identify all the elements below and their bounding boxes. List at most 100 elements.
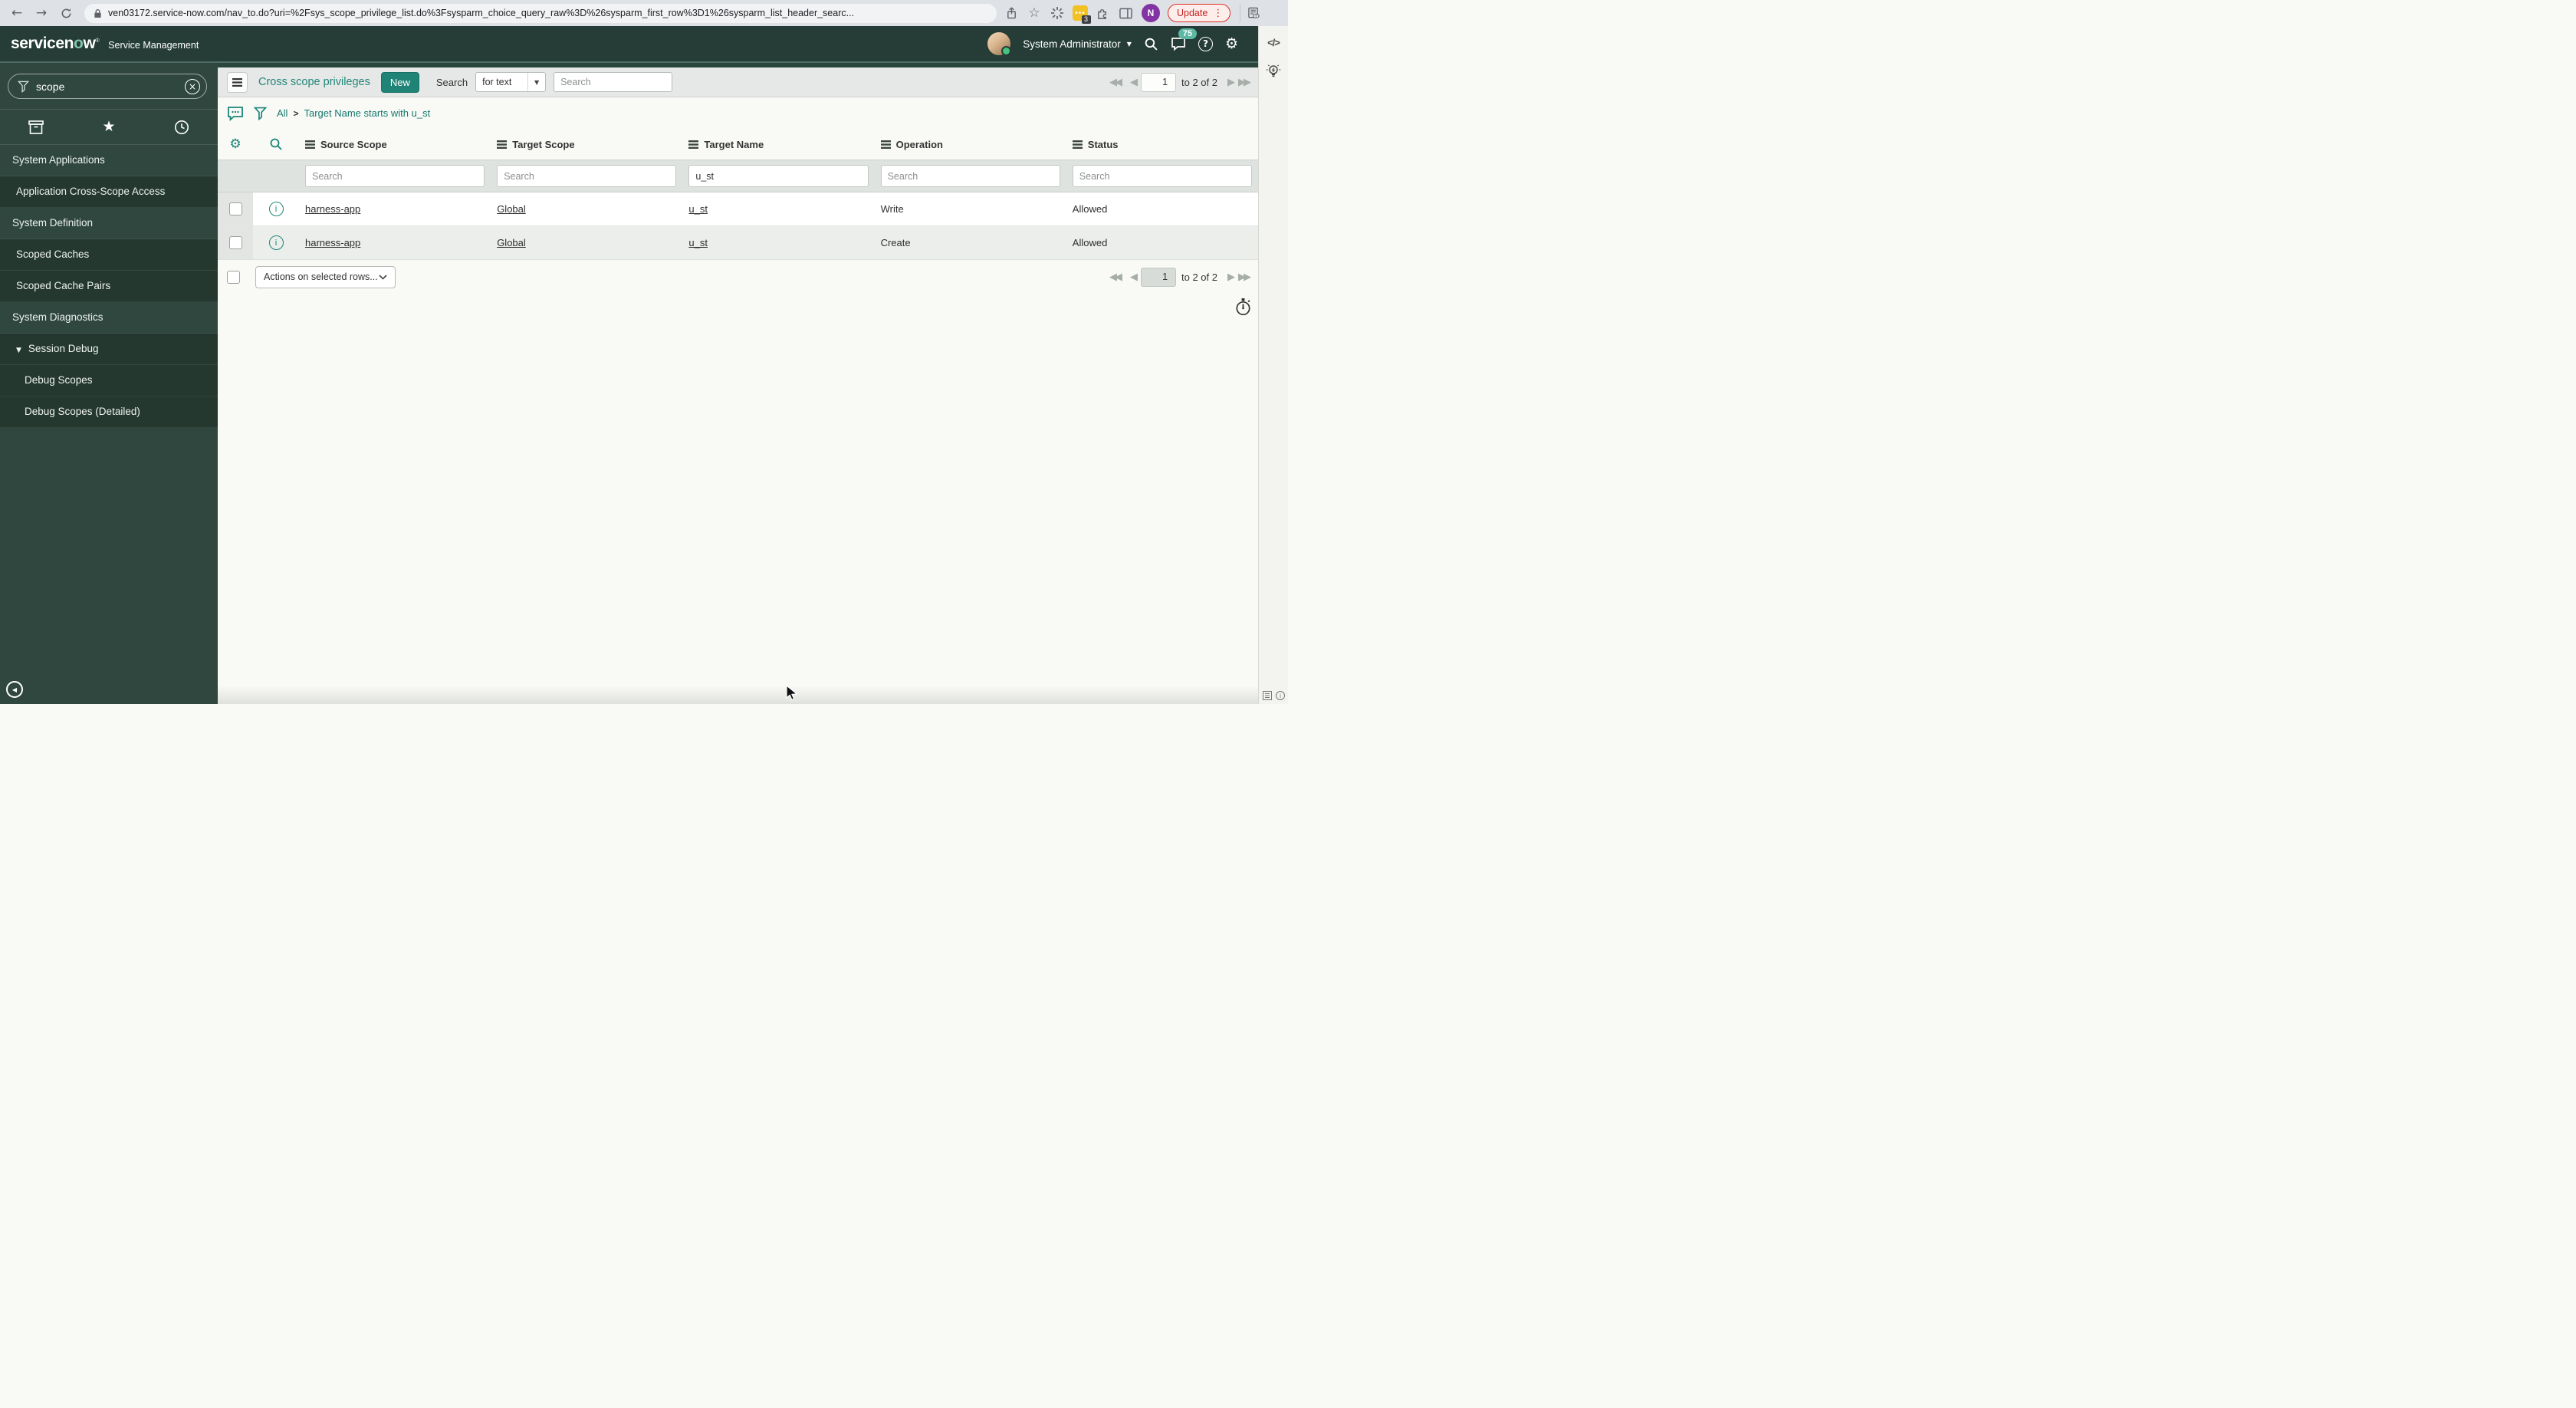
search-type-select[interactable]: for text ▼ — [475, 72, 547, 92]
url-text: ven03172.service-now.com/nav_to.do?uri=%… — [108, 8, 855, 18]
sidebar-item-application-cross-scope-access[interactable]: Application Cross-Scope Access — [0, 176, 218, 208]
collapse-navigator-button[interactable]: ◀ — [6, 681, 23, 698]
browser-forward-icon[interactable]: → — [32, 4, 51, 22]
column-header-target-name[interactable]: Target Name — [682, 139, 874, 150]
filter-target-name-input[interactable] — [688, 165, 869, 187]
select-all-checkbox[interactable] — [227, 270, 240, 284]
chrome-update-button[interactable]: Update ⋮ — [1168, 4, 1231, 22]
settings-gear-icon[interactable]: ⚙ — [1225, 36, 1238, 51]
reading-list-icon[interactable] — [1245, 5, 1262, 21]
chrome-menu-dots-icon[interactable]: ⋮ — [1213, 8, 1223, 19]
source-scope-link[interactable]: harness-app — [305, 237, 360, 248]
page-info-icon[interactable]: i — [1276, 691, 1285, 700]
sidebar-item-debug-scopes-detailed[interactable]: Debug Scopes (Detailed) — [0, 396, 218, 428]
filter-status-input[interactable] — [1072, 165, 1252, 187]
operation-cell: Create — [880, 237, 911, 248]
browser-profile-avatar[interactable]: N — [1142, 4, 1160, 22]
help-icon[interactable]: ? — [1198, 36, 1213, 51]
sidebar-item-scoped-caches[interactable]: Scoped Caches — [0, 239, 218, 271]
code-panel-icon[interactable]: </> — [1267, 37, 1280, 48]
column-header-operation[interactable]: Operation — [875, 139, 1066, 150]
page-number-input[interactable] — [1141, 267, 1177, 287]
first-page-icon[interactable]: ◀◀ — [1109, 272, 1122, 282]
tab-favorites[interactable]: ★ — [73, 110, 146, 144]
content-bottom-fade — [218, 686, 1258, 704]
page-number-input[interactable] — [1141, 72, 1177, 92]
list-search-input[interactable] — [554, 72, 673, 92]
column-menu-icon — [688, 140, 699, 149]
sidebar-section-system-definition[interactable]: System Definition — [0, 208, 218, 239]
side-panel-icon[interactable] — [1117, 5, 1134, 21]
share-icon[interactable] — [1003, 5, 1020, 21]
column-header-target-scope[interactable]: Target Scope — [491, 139, 682, 150]
list-frame: Cross scope privileges New Search for te… — [218, 63, 1258, 704]
previous-page-icon[interactable]: ◀ — [1130, 272, 1138, 282]
target-name-link[interactable]: u_st — [688, 203, 708, 215]
column-filter-row — [218, 160, 1258, 192]
record-info-icon[interactable]: i — [268, 235, 284, 250]
new-record-button[interactable]: New — [380, 71, 419, 93]
breadcrumb-condition-link[interactable]: Target Name starts with u_st — [304, 107, 430, 119]
navigator-menu: System Applications Application Cross-Sc… — [0, 145, 218, 428]
user-menu[interactable]: System Administrator ▼ — [1023, 38, 1132, 50]
list-context-menu-button[interactable] — [227, 71, 248, 93]
pagination-bottom: ◀◀ ◀ to 2 of 2 ▶ ▶▶ — [1109, 267, 1251, 287]
browser-reload-icon[interactable] — [57, 4, 75, 22]
url-bar[interactable]: ven03172.service-now.com/nav_to.do?uri=%… — [84, 3, 997, 23]
target-name-link[interactable]: u_st — [688, 237, 708, 248]
filter-source-scope-input[interactable] — [305, 165, 485, 187]
resize-grip-icon[interactable] — [1263, 691, 1272, 700]
user-avatar[interactable] — [987, 32, 1012, 56]
row-checkbox[interactable] — [228, 236, 242, 249]
actions-dropdown[interactable]: Actions on selected rows... — [255, 265, 396, 288]
last-page-icon[interactable]: ▶▶ — [1238, 272, 1251, 282]
column-header-status[interactable]: Status — [1066, 139, 1258, 150]
column-menu-icon — [1072, 140, 1083, 149]
next-page-icon[interactable]: ▶ — [1227, 77, 1235, 87]
sidebar-item-scoped-cache-pairs[interactable]: Scoped Cache Pairs — [0, 271, 218, 302]
first-page-icon[interactable]: ◀◀ — [1109, 77, 1122, 87]
sidebar-section-system-applications[interactable]: System Applications — [0, 145, 218, 176]
extension-badge: 3 — [1081, 15, 1091, 24]
clear-filter-icon[interactable]: × — [185, 78, 200, 94]
operation-cell: Write — [880, 203, 904, 215]
response-time-icon[interactable] — [1234, 298, 1252, 317]
source-scope-link[interactable]: harness-app — [305, 203, 360, 215]
filter-funnel-icon[interactable] — [254, 107, 267, 120]
breadcrumb-all-link[interactable]: All — [277, 107, 288, 119]
browser-back-icon[interactable]: ← — [8, 4, 26, 22]
application-navigator: scope × ★ System Applications Applicatio… — [0, 63, 218, 704]
lightbulb-icon[interactable] — [1266, 64, 1281, 81]
navigator-filter-input[interactable]: scope × — [8, 74, 207, 99]
next-page-icon[interactable]: ▶ — [1227, 272, 1235, 282]
bookmark-star-icon[interactable]: ☆ — [1026, 5, 1043, 21]
sidebar-section-system-diagnostics[interactable]: System Diagnostics — [0, 302, 218, 334]
global-search-icon[interactable] — [1144, 37, 1158, 51]
record-info-icon[interactable]: i — [268, 202, 284, 216]
sidebar-item-session-debug[interactable]: ▼ Session Debug — [0, 334, 218, 365]
previous-page-icon[interactable]: ◀ — [1130, 77, 1138, 87]
list-settings-gear-icon[interactable]: ⚙ — [218, 137, 253, 152]
tab-history[interactable] — [145, 110, 218, 144]
tab-all-applications[interactable] — [0, 110, 73, 144]
column-header-source-scope[interactable]: Source Scope — [299, 139, 491, 150]
column-menu-icon — [497, 140, 508, 149]
connect-chat-icon[interactable]: 75 — [1171, 28, 1197, 51]
target-scope-link[interactable]: Global — [497, 203, 526, 215]
servicenow-header: servicenow® Service Management System Ad… — [0, 26, 1258, 63]
row-checkbox[interactable] — [228, 202, 242, 215]
filter-target-scope-input[interactable] — [497, 165, 677, 187]
filter-operation-input[interactable] — [880, 165, 1060, 187]
presence-dot — [1001, 46, 1012, 56]
search-label: Search — [435, 76, 468, 88]
sidebar-item-debug-scopes[interactable]: Debug Scopes — [0, 365, 218, 396]
funnel-icon — [18, 81, 29, 93]
target-scope-link[interactable]: Global — [497, 237, 526, 248]
column-search-toggle-icon[interactable] — [253, 137, 299, 151]
extension-yellow-icon[interactable]: ••• 3 — [1073, 5, 1091, 24]
extensions-puzzle-icon[interactable] — [1094, 5, 1111, 21]
table-header-row: ⚙ Source Scope Target Scope Target Name … — [218, 129, 1258, 160]
extension-spinner-icon[interactable] — [1049, 5, 1066, 21]
last-page-icon[interactable]: ▶▶ — [1238, 77, 1251, 87]
list-chat-icon[interactable] — [227, 106, 244, 121]
